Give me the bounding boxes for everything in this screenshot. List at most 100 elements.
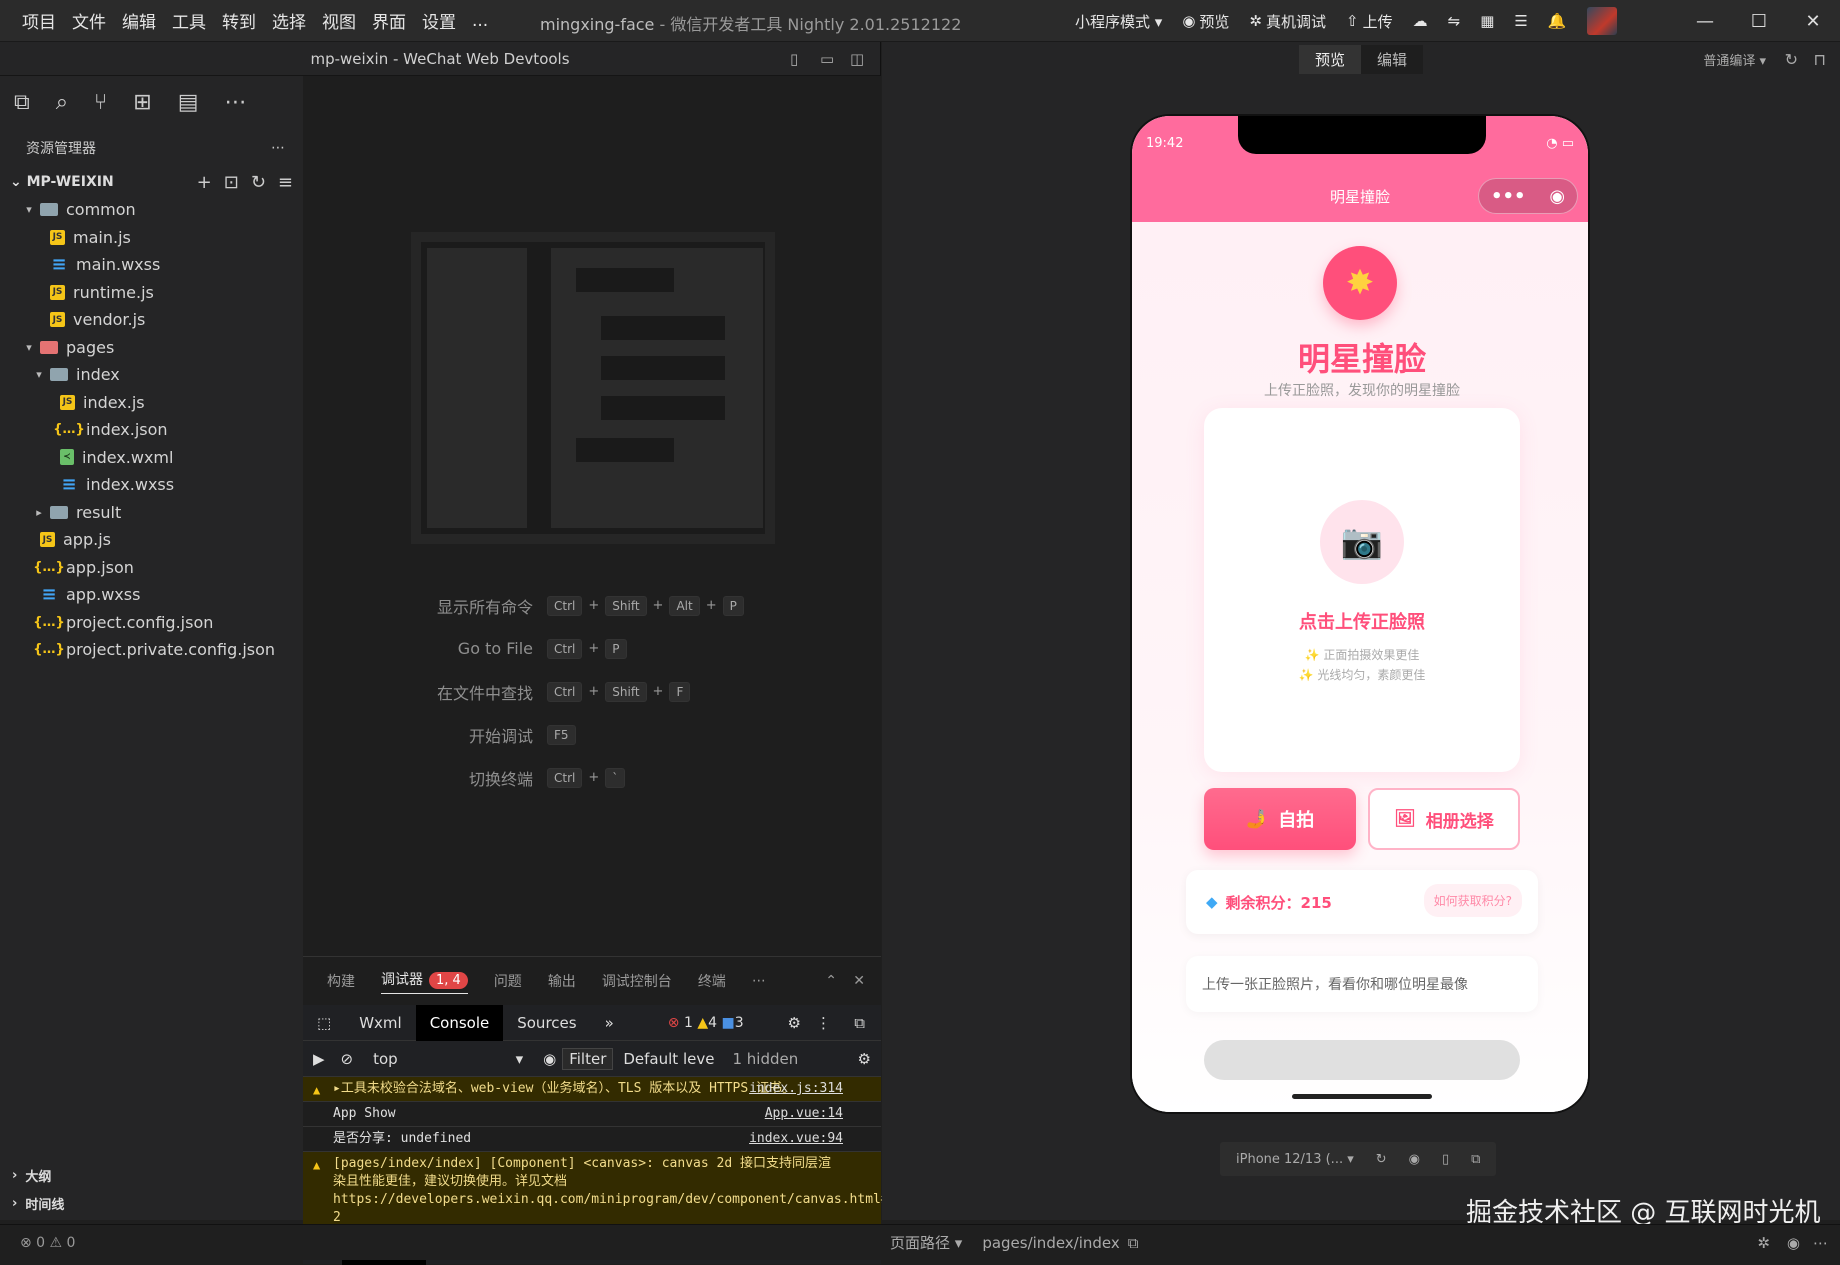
capsule-close-icon[interactable]: ◉ <box>1549 186 1565 207</box>
more-tabs-icon[interactable]: » <box>591 1005 628 1041</box>
clear-icon[interactable]: ⊘ <box>335 1050 360 1068</box>
album-button[interactable]: 🖼 相册选择 <box>1368 788 1520 850</box>
real-debug-button[interactable]: ✲ 真机调试 <box>1249 11 1326 32</box>
panel-tab[interactable]: 调试器 1, 4 <box>381 969 468 994</box>
file-tree-item[interactable]: JS runtime.js <box>0 279 303 307</box>
menu-item[interactable]: 设置 <box>414 8 464 33</box>
more-icon[interactable]: ⋯ <box>1813 1234 1828 1252</box>
file-tree-item[interactable]: JS app.js <box>0 526 303 554</box>
explorer-more-icon[interactable]: ⋯ <box>271 140 285 156</box>
compile-select[interactable]: 普通编译 ▾ <box>1703 50 1766 69</box>
file-tree-item[interactable]: ▸ result <box>0 499 303 527</box>
file-tree-item[interactable]: {…} app.json <box>0 554 303 582</box>
panel-tab[interactable]: 构建 <box>327 971 355 991</box>
panel-tab[interactable]: 输出 <box>548 971 576 991</box>
maximize-icon[interactable]: ☐ <box>1732 0 1786 42</box>
mode-select[interactable]: 小程序模式 ▾ <box>1075 11 1162 32</box>
problems-status[interactable]: ⊗ 0 ⚠ 0 <box>20 1235 75 1251</box>
cloud-icon[interactable]: ☁ <box>1413 12 1428 30</box>
log-source-link[interactable]: index.js:314 <box>749 1080 843 1098</box>
file-tree-item[interactable]: JS index.js <box>0 389 303 417</box>
eye-icon[interactable]: ◉ <box>1787 1234 1800 1252</box>
bell-icon[interactable]: 🔔 <box>1548 12 1567 30</box>
close-icon[interactable]: ✕ <box>1786 0 1840 42</box>
more-dots-icon[interactable]: ••• <box>1491 186 1526 207</box>
menu-item[interactable]: 视图 <box>314 8 364 33</box>
level-select[interactable]: Default leve <box>623 1050 714 1068</box>
minimize-icon[interactable]: — <box>1678 0 1732 42</box>
tab-preview[interactable]: 预览 <box>1298 44 1361 74</box>
file-tree-item[interactable]: JS vendor.js <box>0 306 303 334</box>
upload-button[interactable]: ⇧ 上传 <box>1346 11 1393 32</box>
page-path-label[interactable]: 页面路径 ▾ <box>890 1232 962 1253</box>
toggle-panel-icon[interactable]: ▭ <box>820 50 834 68</box>
file-tree-item[interactable]: ▾ pages <box>0 334 303 362</box>
menu-item[interactable]: ... <box>464 11 496 31</box>
file-tree-item[interactable]: JS main.js <box>0 224 303 252</box>
menu-item[interactable]: 工具 <box>164 8 214 33</box>
file-tree-item[interactable]: ▾ common <box>0 196 303 224</box>
search-icon[interactable]: ⌕ <box>56 90 68 115</box>
menu-item[interactable]: 转到 <box>214 8 264 33</box>
files-icon[interactable]: ⧉ <box>14 90 30 115</box>
file-tree-item[interactable]: ≺ index.wxml <box>0 444 303 472</box>
device-select[interactable]: iPhone 12/13 (... ▾ <box>1236 1152 1354 1167</box>
menu-item[interactable]: 界面 <box>364 8 414 33</box>
layout-icon[interactable]: ▦ <box>1480 12 1494 30</box>
file-tree-item[interactable]: ≡ main.wxss <box>0 251 303 279</box>
maximize-panel-icon[interactable]: ⌃ <box>825 973 837 989</box>
file-tree-item[interactable]: ≡ index.wxss <box>0 471 303 499</box>
menu-item[interactable]: 编辑 <box>114 8 164 33</box>
console-settings-icon[interactable]: ⚙ <box>858 1050 871 1068</box>
inspect-icon[interactable]: ⬚ <box>303 1005 345 1041</box>
tab-edit[interactable]: 编辑 <box>1361 44 1424 74</box>
devtools-tab[interactable]: Console <box>415 1004 504 1041</box>
avatar[interactable] <box>1586 7 1617 35</box>
sidebar-toggle-icon[interactable]: ▶ <box>303 1050 335 1068</box>
file-tree-item[interactable]: {…} project.private.config.json <box>0 636 303 664</box>
toggle-sidebar-icon[interactable]: ▯ <box>790 50 798 68</box>
filter-input[interactable]: Filter <box>562 1047 614 1070</box>
timeline-section[interactable]: › 时间线 <box>0 1189 303 1217</box>
more-icon[interactable]: ⋯ <box>752 973 766 989</box>
extensions-icon[interactable]: ⊞ <box>133 90 151 115</box>
source-control-icon[interactable]: ⑂ <box>94 90 107 115</box>
window-icon[interactable]: ⧉ <box>1471 1152 1480 1167</box>
rotate-icon[interactable]: ↻ <box>1376 1152 1387 1167</box>
selfie-button[interactable]: 🤳 自拍 <box>1204 788 1356 850</box>
settings-icon[interactable]: ⚙ <box>788 1014 801 1032</box>
more-icon[interactable]: ⋯ <box>224 90 246 115</box>
preview-button[interactable]: ◉ 预览 <box>1182 11 1229 32</box>
upload-card[interactable]: 📷 点击上传正脸照 ✨ 正面拍摄效果更佳 ✨ 光线均匀，素颜更佳 <box>1204 408 1520 772</box>
log-source-link[interactable]: App.vue:14 <box>765 1105 843 1123</box>
bug-icon[interactable]: ✲ <box>1757 1234 1770 1252</box>
panel-tab[interactable]: 调试控制台 <box>602 971 672 991</box>
devtools-tab[interactable]: Wxml <box>345 1005 416 1041</box>
new-folder-icon[interactable]: ⊡ <box>224 172 239 193</box>
file-tree-item[interactable]: ≡ app.wxss <box>0 581 303 609</box>
file-tree-item[interactable]: ▾ index <box>0 361 303 389</box>
file-tree-item[interactable]: {…} project.config.json <box>0 609 303 637</box>
menu-item[interactable]: 文件 <box>64 8 114 33</box>
panel-tab[interactable]: 终端 <box>698 971 726 991</box>
new-file-icon[interactable]: + <box>197 172 212 193</box>
how-get-points-button[interactable]: 如何获取积分? <box>1423 884 1522 917</box>
refresh-icon[interactable]: ↻ <box>251 172 266 193</box>
outline-section[interactable]: › 大纲 <box>0 1161 303 1189</box>
context-select[interactable]: top ▾ <box>373 1050 523 1068</box>
panel-tab[interactable]: 问题 <box>494 971 522 991</box>
menu-item[interactable]: 项目 <box>14 8 64 33</box>
collapse-icon[interactable]: ≡ <box>278 172 293 193</box>
undock-icon[interactable]: ⧉ <box>854 1014 865 1032</box>
transfer-icon[interactable]: ⇋ <box>1448 12 1461 30</box>
stop-icon[interactable]: ◉ <box>1409 1152 1420 1167</box>
file-tree-item[interactable]: {…} index.json <box>0 416 303 444</box>
kebab-icon[interactable]: ⋮ <box>816 1014 831 1032</box>
phone-icon[interactable]: ▯ <box>1442 1152 1449 1167</box>
copy-icon[interactable]: ⧉ <box>1128 1234 1139 1252</box>
toggle-split-icon[interactable]: ◫ <box>850 50 864 68</box>
list-icon[interactable]: ☰ <box>1514 12 1527 30</box>
eye-icon[interactable]: ◉ <box>543 1050 556 1068</box>
menu-item[interactable]: 选择 <box>264 8 314 33</box>
devtools-tab[interactable]: Sources <box>503 1005 590 1041</box>
